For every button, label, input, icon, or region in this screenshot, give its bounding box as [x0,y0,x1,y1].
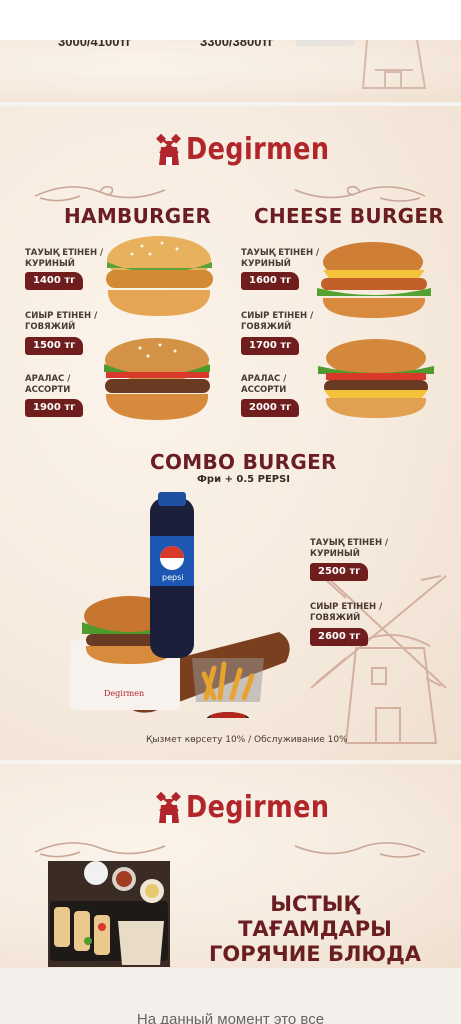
brand-logo: Degirmen [156,790,355,825]
price-tag: 1500 тг [25,337,84,355]
box-brand-text: Degirmen [104,689,144,698]
item-label: ТАУЫҚ ЕТІНЕН / КУРИНЫЙ [241,248,320,269]
section-title-hamburger: HAMBURGER [64,204,212,228]
price-tag: 1900 тг [25,399,84,417]
price-tag: 1400 тг [25,272,84,290]
windmill-watermark-icon [361,40,427,89]
item-label: АРАЛАС / АССОРТИ [25,374,71,395]
burger-image-chicken [106,236,213,316]
item-label: ТАУЫҚ ЕТІНЕН / КУРИНЫЙ [310,538,389,559]
windmill-watermark-icon [310,575,447,744]
menu-card-hot-dishes: Degirmen ЫСТЫҚ ТАҒАМДАРЫ ГОРЯЧИЕ БЛЮДА [0,764,461,968]
burger-image-beef [104,338,210,420]
section-title-combo: COMBO BURGER [150,450,337,474]
price-tag: 1600 тг [241,272,300,290]
hot-dishes-image [48,861,170,967]
end-of-list-text: На данный момент это все [136,1011,325,1024]
item-label: АРАЛАС / АССОРТИ [241,374,287,395]
prev-price-left: 3000/4100тг [58,40,132,49]
price-tag: 2600 тг [310,628,369,646]
section-title-cheeseburger: CHEESE BURGER [254,204,445,228]
item-label: СИЫР ЕТІНЕН / ГОВЯЖИЙ [241,311,314,332]
brand-logo: Degirmen [156,132,355,167]
service-charge-note: Қызмет көрсету 10% / Обслуживание 10% [146,735,348,745]
hot-dishes-title: ЫСТЫҚ ТАҒАМДАРЫ ГОРЯЧИЕ БЛЮДА [190,892,440,967]
image-edge [295,40,355,46]
combo-image: Degirmen pepsi [70,492,290,718]
price-tag: 1700 тг [241,337,300,355]
menu-card-burgers: Degirmen HAMBURGER ТАУЫҚ ЕТІНЕН / КУРИНЫЙ… [0,106,461,760]
flourish-ornament-left [34,842,166,858]
price-tag: 2000 тг [241,399,300,417]
combo-subtitle: Фри + 0.5 PEPSI [197,474,291,485]
price-tag: 2500 тг [310,563,369,581]
item-label: СИЫР ЕТІНЕН / ГОВЯЖИЙ [310,602,383,623]
bottle-label-text: pepsi [162,573,183,582]
brand-name: Degirmen [186,790,330,825]
brand-name: Degirmen [186,132,330,167]
hot-dishes-title-ru: ГОРЯЧИЕ БЛЮДА [208,942,422,966]
windmill-logo-icon [156,791,181,823]
menu-card-previous: 3000/4100тг 3300/3800тг [0,40,461,102]
item-label: СИЫР ЕТІНЕН / ГОВЯЖИЙ [25,311,98,332]
item-label: ТАУЫҚ ЕТІНЕН / КУРИНЫЙ [25,248,104,269]
flourish-ornament-right [294,842,426,858]
windmill-logo-icon [156,133,181,165]
hot-dishes-title-kz: ЫСТЫҚ ТАҒАМДАРЫ [238,892,392,941]
cheeseburger-image-chicken [317,242,431,318]
prev-price-right: 3300/3800тг [200,40,274,49]
cheeseburger-image-beef [318,339,434,418]
top-strip [0,0,461,40]
